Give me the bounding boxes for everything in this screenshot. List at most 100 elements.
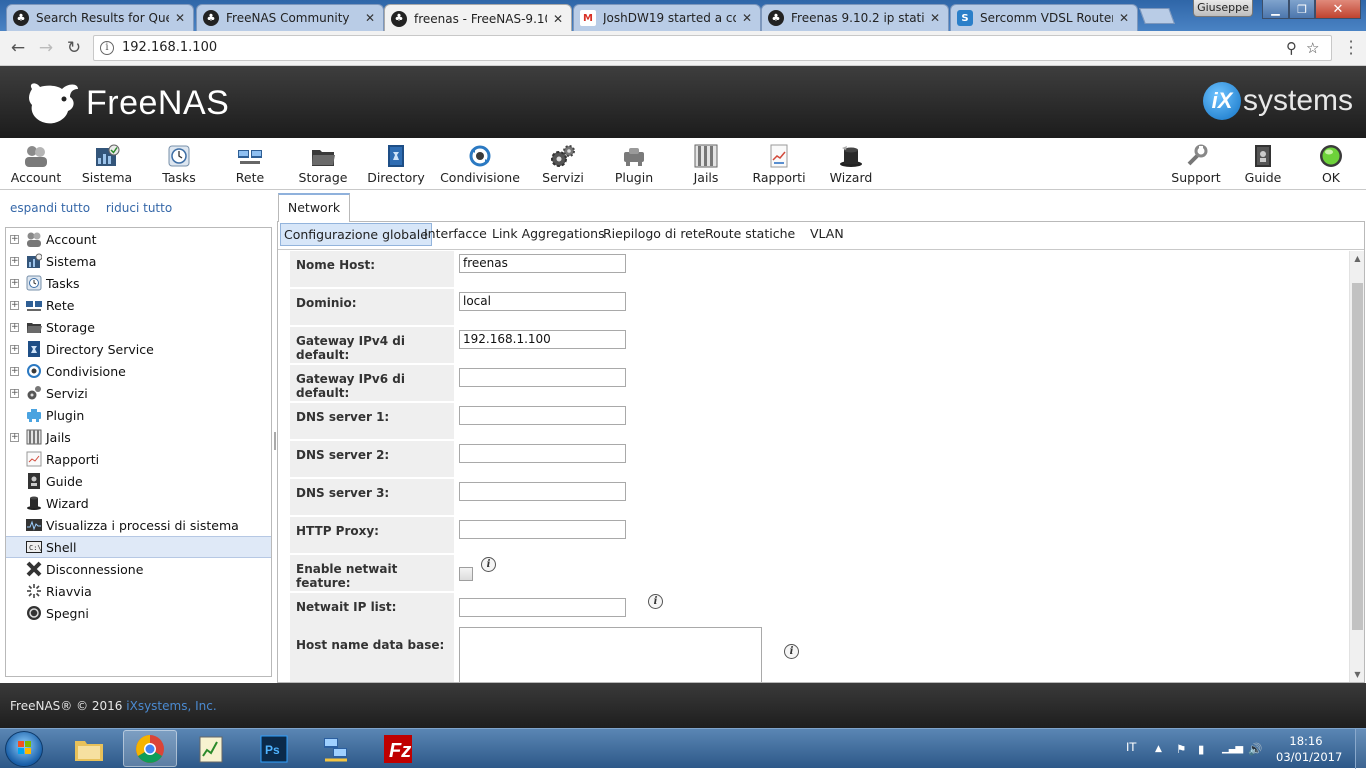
toolbar-storage-button[interactable]: Storage <box>292 138 354 190</box>
tree-item-wizard[interactable]: Wizard <box>6 492 271 514</box>
browser-tab[interactable]: M JoshDW19 started a co ✕ <box>573 4 761 31</box>
expand-all-link[interactable]: espandi tutto <box>10 201 90 215</box>
toolbar-sistema-button[interactable]: Sistema <box>76 138 138 190</box>
toolbar-account-button[interactable]: Account <box>6 138 66 190</box>
help-info-icon[interactable]: i <box>784 644 799 659</box>
hosts-db-textarea[interactable] <box>459 627 762 682</box>
tab-network[interactable]: Network <box>278 193 350 222</box>
browser-tab[interactable]: ♣ FreeNAS Community ✕ <box>196 4 384 31</box>
tree-item-directory-service[interactable]: + Directory Service <box>6 338 271 360</box>
toolbar-directory-button[interactable]: Directory <box>366 138 426 190</box>
system-clock[interactable]: 18:16 03/01/2017 <box>1276 733 1342 765</box>
tree-item-jails[interactable]: + Jails <box>6 426 271 448</box>
tree-item-rete[interactable]: + Rete <box>6 294 271 316</box>
subtab-route-statiche[interactable]: Route statiche <box>702 223 798 246</box>
tree-item-riavvia[interactable]: Riavvia <box>6 580 271 602</box>
taskbar-explorer[interactable] <box>62 730 116 767</box>
network-signal-icon[interactable]: ▁▃▅ <box>1222 729 1243 769</box>
taskbar-network-app[interactable] <box>309 730 363 767</box>
tree-item-condivisione[interactable]: + Condivisione <box>6 360 271 382</box>
domain-input[interactable]: local <box>459 292 626 311</box>
browser-tab-active[interactable]: ♣ freenas - FreeNAS-9.10. ✕ <box>384 4 572 32</box>
dns3-input[interactable] <box>459 482 626 501</box>
expand-toggle-icon[interactable]: + <box>10 322 19 332</box>
browser-tab[interactable]: ♣ Search Results for Quer ✕ <box>6 4 194 31</box>
toolbar-rete-button[interactable]: Rete <box>222 138 278 190</box>
location-pin-icon[interactable]: ⚲ <box>1286 39 1297 57</box>
content-scrollbar[interactable]: ▲ ▼ <box>1349 251 1364 682</box>
volume-icon[interactable]: 🔊 <box>1248 729 1262 769</box>
close-tab-icon[interactable]: ✕ <box>1117 11 1131 25</box>
tree-item-servizi[interactable]: + Servizi <box>6 382 271 404</box>
tree-item-plugin[interactable]: Plugin <box>6 404 271 426</box>
subtab-vlan[interactable]: VLAN <box>807 223 847 246</box>
expand-toggle-icon[interactable]: + <box>10 278 19 288</box>
help-info-icon[interactable]: i <box>648 594 663 609</box>
expand-toggle-icon[interactable]: + <box>10 234 19 244</box>
browser-menu-icon[interactable]: · · · <box>1345 34 1357 62</box>
close-tab-icon[interactable]: ✕ <box>363 11 377 25</box>
tree-item-sistema[interactable]: + Sistema <box>6 250 271 272</box>
toolbar-condivisione-button[interactable]: Condivisione <box>440 138 520 190</box>
tree-item-storage[interactable]: + Storage <box>6 316 271 338</box>
toolbar-tasks-button[interactable]: Tasks <box>150 138 208 190</box>
collapse-all-link[interactable]: riduci tutto <box>106 201 172 215</box>
battery-icon[interactable]: ▮ <box>1198 729 1204 769</box>
tree-item-guide[interactable]: Guide <box>6 470 271 492</box>
expand-toggle-icon[interactable]: + <box>10 432 19 442</box>
action-center-flag-icon[interactable]: ⚑ <box>1176 729 1186 769</box>
subtab-link-aggregations[interactable]: Link Aggregations <box>489 223 608 246</box>
taskbar-chrome[interactable] <box>123 730 177 767</box>
tree-item-rapporti[interactable]: Rapporti <box>6 448 271 470</box>
company-link[interactable]: iXsystems, Inc. <box>126 699 216 713</box>
http-proxy-input[interactable] <box>459 520 626 539</box>
browser-user-badge[interactable]: Giuseppe <box>1193 0 1253 17</box>
bookmark-star-icon[interactable]: ☆ <box>1306 39 1319 57</box>
scrollbar-thumb[interactable] <box>1352 283 1363 630</box>
toolbar-plugin-button[interactable]: Plugin <box>606 138 662 190</box>
tree-item-spegni[interactable]: Spegni <box>6 602 271 624</box>
gateway-ipv6-input[interactable] <box>459 368 626 387</box>
taskbar-filezilla[interactable]: Fz <box>371 730 425 767</box>
close-tab-icon[interactable]: ✕ <box>928 11 942 25</box>
tree-item-process-viewer[interactable]: Visualizza i processi di sistema <box>6 514 271 536</box>
taskbar-app[interactable] <box>184 730 238 767</box>
toolbar-guide-button[interactable]: Guide <box>1238 138 1288 190</box>
maximize-window-button[interactable]: ❐ <box>1289 0 1315 19</box>
scroll-down-icon[interactable]: ▼ <box>1350 667 1365 682</box>
forward-arrow-icon[interactable]: → <box>35 37 57 59</box>
toolbar-jails-button[interactable]: Jails <box>678 138 734 190</box>
expand-toggle-icon[interactable]: + <box>10 388 19 398</box>
url-input[interactable]: i 192.168.1.100 ⚲ ☆ <box>93 35 1332 61</box>
tree-item-account[interactable]: + Account <box>6 228 271 250</box>
taskbar-photoshop[interactable]: Ps <box>247 730 301 767</box>
show-hidden-icons-icon[interactable]: ▲ <box>1155 729 1162 769</box>
panel-splitter[interactable] <box>274 432 276 450</box>
scroll-up-icon[interactable]: ▲ <box>1350 251 1365 266</box>
dns2-input[interactable] <box>459 444 626 463</box>
subtab-interfacce[interactable]: Interfacce <box>421 223 490 246</box>
input-language-indicator[interactable]: IT <box>1126 729 1136 769</box>
toolbar-servizi-button[interactable]: Servizi <box>536 138 590 190</box>
gateway-ipv4-input[interactable]: 192.168.1.100 <box>459 330 626 349</box>
dns1-input[interactable] <box>459 406 626 425</box>
expand-toggle-icon[interactable]: + <box>10 366 19 376</box>
site-info-icon[interactable]: i <box>100 41 114 55</box>
start-button[interactable] <box>5 731 43 767</box>
netwait-checkbox[interactable] <box>459 567 473 581</box>
subtab-configurazione-globale[interactable]: Configurazione globale <box>280 223 432 246</box>
toolbar-rapporti-button[interactable]: Rapporti <box>748 138 810 190</box>
help-info-icon[interactable]: i <box>481 557 496 572</box>
subtab-riepilogo-di-rete[interactable]: Riepilogo di rete <box>600 223 708 246</box>
close-window-button[interactable]: ✕ <box>1315 0 1361 19</box>
close-tab-icon[interactable]: ✕ <box>740 11 754 25</box>
tree-item-tasks[interactable]: + Tasks <box>6 272 271 294</box>
browser-tab[interactable]: S Sercomm VDSL Router ✕ <box>950 4 1138 31</box>
toolbar-status-button[interactable]: OK <box>1308 138 1354 190</box>
netwait-ip-input[interactable] <box>459 598 626 617</box>
show-desktop-button[interactable] <box>1355 729 1366 769</box>
reload-icon[interactable]: ↻ <box>63 37 85 59</box>
back-arrow-icon[interactable]: ← <box>7 37 29 59</box>
expand-toggle-icon[interactable]: + <box>10 300 19 310</box>
expand-toggle-icon[interactable]: + <box>10 344 19 354</box>
